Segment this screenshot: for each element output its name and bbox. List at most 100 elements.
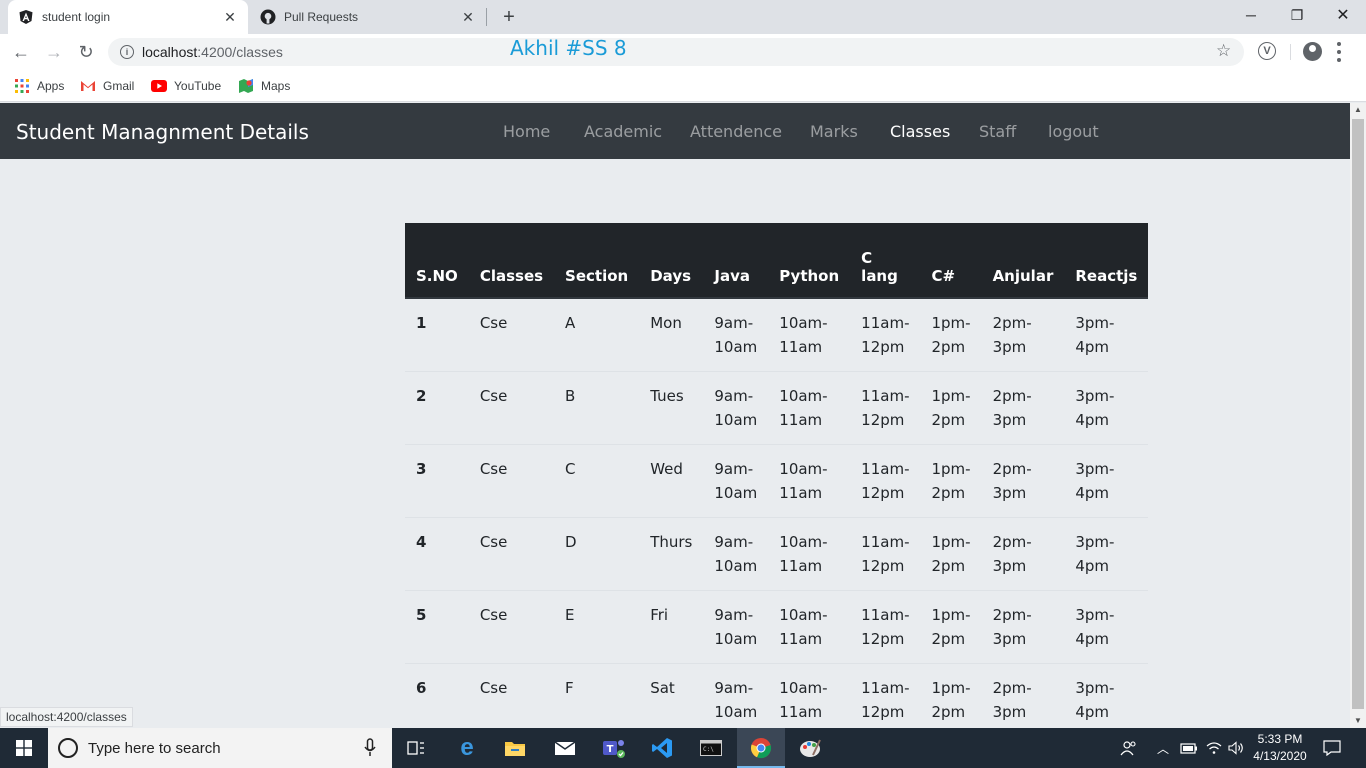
file-explorer-icon[interactable] (491, 728, 539, 768)
profile-icon[interactable] (1303, 42, 1322, 61)
taskbar-search-box[interactable]: Type here to search (48, 728, 392, 768)
chrome-icon[interactable] (737, 728, 785, 768)
bookmark-label: Maps (261, 79, 291, 93)
nav-staff[interactable]: Staff (979, 122, 1016, 141)
back-arrow-icon[interactable]: ← (9, 40, 33, 64)
nav-home[interactable]: Home (503, 122, 550, 141)
cell-sno: 2 (405, 371, 469, 445)
cell-python: 10am-11am (768, 590, 851, 664)
gmail-icon (80, 78, 96, 94)
cell-c-lang: 11am-12pm (850, 297, 921, 372)
vimeo-extension-icon[interactable]: V (1258, 42, 1276, 60)
cortana-icon (58, 738, 78, 758)
cell-reactjs: 3pm-4pm (1064, 297, 1149, 372)
header-c-lang: C lang (850, 223, 921, 299)
table-row: 2 Cse B Tues 9am-10am 10am-11am 11am-12p… (405, 371, 1149, 445)
cell-c-lang: 11am-12pm (850, 371, 921, 445)
chevron-up-icon[interactable]: ︿ (1157, 728, 1169, 768)
bookmark-youtube[interactable]: YouTube (151, 76, 221, 96)
overlay-annotation: Akhil #SS 8 (510, 36, 627, 60)
bookmarks-bar: Apps Gmail YouTube Maps (0, 70, 1366, 102)
table-body: 1 Cse A Mon 9am-10am 10am-11am 11am-12pm… (405, 297, 1149, 737)
reload-icon[interactable]: ↻ (74, 40, 98, 64)
nav-academic[interactable]: Academic (584, 122, 662, 141)
mail-icon[interactable] (541, 728, 589, 768)
wifi-icon[interactable] (1206, 728, 1222, 768)
windows-taskbar: Type here to search e T C:\ ︿ 5:33 PM 4/… (0, 728, 1366, 768)
new-tab-button[interactable]: + (498, 7, 520, 27)
notification-icon[interactable] (1323, 728, 1341, 768)
cell-csharp: 1pm-2pm (920, 517, 982, 591)
cell-sno: 6 (405, 663, 469, 737)
cell-day: Sat (639, 663, 704, 737)
microphone-icon[interactable] (364, 738, 376, 758)
info-icon[interactable]: i (120, 45, 134, 59)
cell-class: Cse (468, 297, 555, 372)
header-section: Section (554, 223, 640, 299)
scroll-thumb[interactable] (1352, 119, 1364, 709)
address-bar[interactable]: i localhost:4200/classes (108, 38, 1244, 66)
task-view-icon[interactable] (392, 728, 440, 768)
star-icon[interactable]: ☆ (1216, 41, 1231, 61)
page-scrollbar[interactable]: ▲ ▼ (1350, 103, 1366, 728)
url-path: :4200/classes (197, 44, 283, 60)
teams-icon[interactable]: T (590, 728, 638, 768)
people-icon[interactable] (1120, 728, 1138, 768)
cell-c-lang: 11am-12pm (850, 590, 921, 664)
terminal-icon[interactable]: C:\ (687, 728, 735, 768)
header-python: Python (768, 223, 851, 299)
header-anjular: Anjular (981, 223, 1065, 299)
cell-section: F (554, 663, 640, 737)
cell-c-lang: 11am-12pm (850, 444, 921, 518)
nav-attendence[interactable]: Attendence (690, 122, 782, 141)
cell-reactjs: 3pm-4pm (1064, 663, 1149, 737)
cell-day: Fri (639, 590, 704, 664)
cell-reactjs: 3pm-4pm (1064, 517, 1149, 591)
close-icon[interactable]: ✕ (460, 9, 476, 25)
table-header: S.NO Classes Section Days Java Python C … (405, 223, 1149, 299)
scroll-down-icon[interactable]: ▼ (1350, 714, 1366, 728)
vscode-icon[interactable] (638, 728, 686, 768)
nav-marks[interactable]: Marks (810, 122, 858, 141)
apps-grid-icon (14, 78, 30, 94)
table-row: 1 Cse A Mon 9am-10am 10am-11am 11am-12pm… (405, 297, 1149, 372)
close-window-icon[interactable]: ✕ (1320, 0, 1366, 30)
bookmark-apps[interactable]: Apps (14, 76, 64, 96)
header-csharp: C# (920, 223, 982, 299)
paint-icon[interactable] (786, 728, 834, 768)
maps-icon (238, 78, 254, 94)
taskbar-clock[interactable]: 5:33 PM 4/13/2020 (1248, 731, 1312, 765)
cell-reactjs: 3pm-4pm (1064, 590, 1149, 664)
cell-java: 9am-10am (703, 663, 769, 737)
cell-python: 10am-11am (768, 517, 851, 591)
restore-icon[interactable]: ❐ (1274, 0, 1320, 30)
nav-logout[interactable]: logout (1048, 122, 1099, 141)
cell-section: D (554, 517, 640, 591)
angular-icon (18, 9, 34, 25)
bookmark-maps[interactable]: Maps (238, 76, 290, 96)
minimize-icon[interactable]: ─ (1228, 0, 1274, 30)
windows-start-icon[interactable] (0, 728, 48, 768)
close-icon[interactable]: ✕ (222, 9, 238, 25)
browser-toolbar: ← → ↻ i localhost:4200/classes (0, 34, 1366, 70)
url-host: localhost (142, 44, 198, 60)
bookmark-label: Apps (37, 79, 65, 93)
volume-icon[interactable] (1228, 728, 1244, 768)
cell-day: Thurs (639, 517, 704, 591)
bookmark-gmail[interactable]: Gmail (80, 76, 134, 96)
header-reactjs: Reactjs (1064, 223, 1149, 299)
navbar-brand[interactable]: Student Managnment Details (16, 120, 309, 144)
scroll-up-icon[interactable]: ▲ (1350, 103, 1366, 117)
svg-text:T: T (607, 744, 614, 755)
cell-sno: 3 (405, 444, 469, 518)
cell-class: Cse (468, 371, 555, 445)
edge-icon[interactable]: e (443, 728, 491, 768)
svg-text:C:\: C:\ (703, 746, 714, 753)
nav-classes[interactable]: Classes (890, 122, 950, 141)
forward-arrow-icon[interactable]: → (42, 40, 66, 64)
tab-pull-requests[interactable]: Pull Requests ✕ (250, 0, 486, 34)
tab-student-login[interactable]: student login ✕ (8, 0, 248, 34)
kebab-menu-icon[interactable] (1336, 42, 1342, 62)
cell-csharp: 1pm-2pm (920, 444, 982, 518)
battery-icon[interactable] (1180, 728, 1198, 768)
